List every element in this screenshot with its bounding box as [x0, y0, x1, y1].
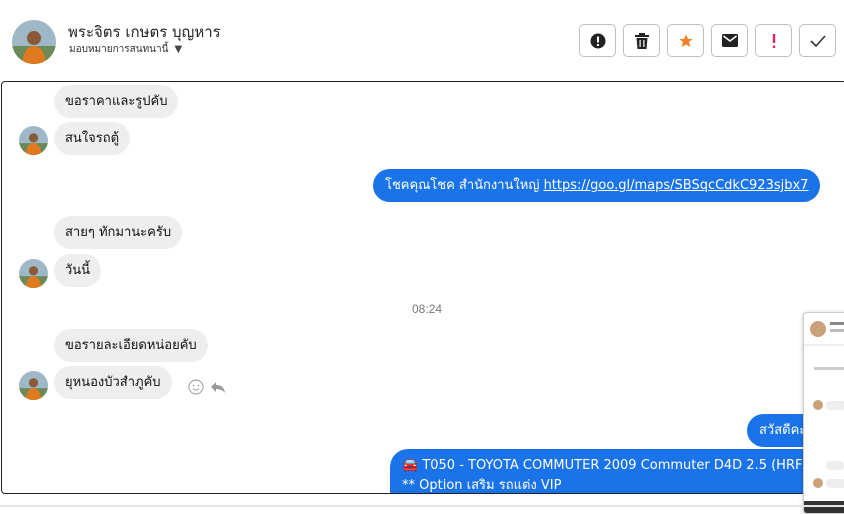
incoming-message[interactable]: สายๆ ทักมานะครับ: [54, 216, 183, 249]
incoming-message[interactable]: วันนี้: [54, 254, 102, 287]
trash-icon: [634, 32, 649, 49]
message-thread[interactable]: ขอราคาและรูปคับ สนใจรถตู้ โชคคุณโชค สำนั…: [1, 81, 844, 494]
react-emoji-icon[interactable]: [188, 379, 204, 395]
contact-avatar[interactable]: [12, 20, 56, 64]
done-button[interactable]: [799, 24, 836, 57]
check-icon: [809, 34, 826, 47]
conversation-header: พระจิตร เกษตร บุญหาร มอบหมายการสนทนานี้ …: [0, 0, 844, 80]
important-button[interactable]: [755, 24, 792, 57]
contact-name: พระจิตร เกษตร บุญหาร: [68, 23, 221, 41]
delete-button[interactable]: [623, 24, 660, 57]
star-icon: [678, 33, 693, 47]
contact-avatar-small: [19, 126, 48, 155]
chat-popup-preview[interactable]: [803, 312, 844, 514]
message-actions: [188, 379, 226, 395]
outgoing-vehicle-message[interactable]: 🚘 T050 - TOYOTA COMMUTER 2009 Commuter D…: [390, 449, 820, 493]
reply-icon[interactable]: [210, 379, 226, 395]
alert-circle-icon: [590, 33, 605, 48]
incoming-message[interactable]: ยุหนองบัวสำภูคับ: [54, 366, 172, 399]
caret-down-icon: ▼: [174, 44, 183, 55]
message-timestamp: 08:24: [411, 302, 443, 316]
header-actions: [579, 24, 836, 57]
vehicle-option: ** Option เสริม รถแต่ง VIP: [402, 478, 562, 493]
message-text: โชคคุณโชค สำนักงานใหญ่: [385, 178, 540, 193]
incoming-message[interactable]: สนใจรถตู้: [54, 122, 131, 155]
assign-conversation-dropdown[interactable]: มอบหมายการสนทนานี้ ▼: [69, 42, 182, 57]
mark-unread-button[interactable]: [711, 24, 748, 57]
star-button[interactable]: [667, 24, 704, 57]
report-button[interactable]: [579, 24, 616, 57]
envelope-icon: [721, 34, 738, 47]
contact-avatar-small: [19, 371, 48, 400]
outgoing-message[interactable]: โชคคุณโชค สำนักงานใหญ่ https://goo.gl/ma…: [373, 169, 821, 202]
assign-label: มอบหมายการสนทนานี้: [69, 44, 169, 55]
vehicle-title: 🚘 T050 - TOYOTA COMMUTER 2009 Commuter D…: [402, 458, 808, 473]
exclamation-icon: [772, 33, 775, 48]
map-link[interactable]: https://goo.gl/maps/SBSqcCdkC923sjbx7: [544, 178, 809, 193]
incoming-message[interactable]: ขอรายละเอียดหน่อยคับ: [54, 329, 208, 362]
incoming-message[interactable]: ขอราคาและรูปคับ: [54, 85, 179, 118]
contact-avatar-small: [19, 259, 48, 288]
